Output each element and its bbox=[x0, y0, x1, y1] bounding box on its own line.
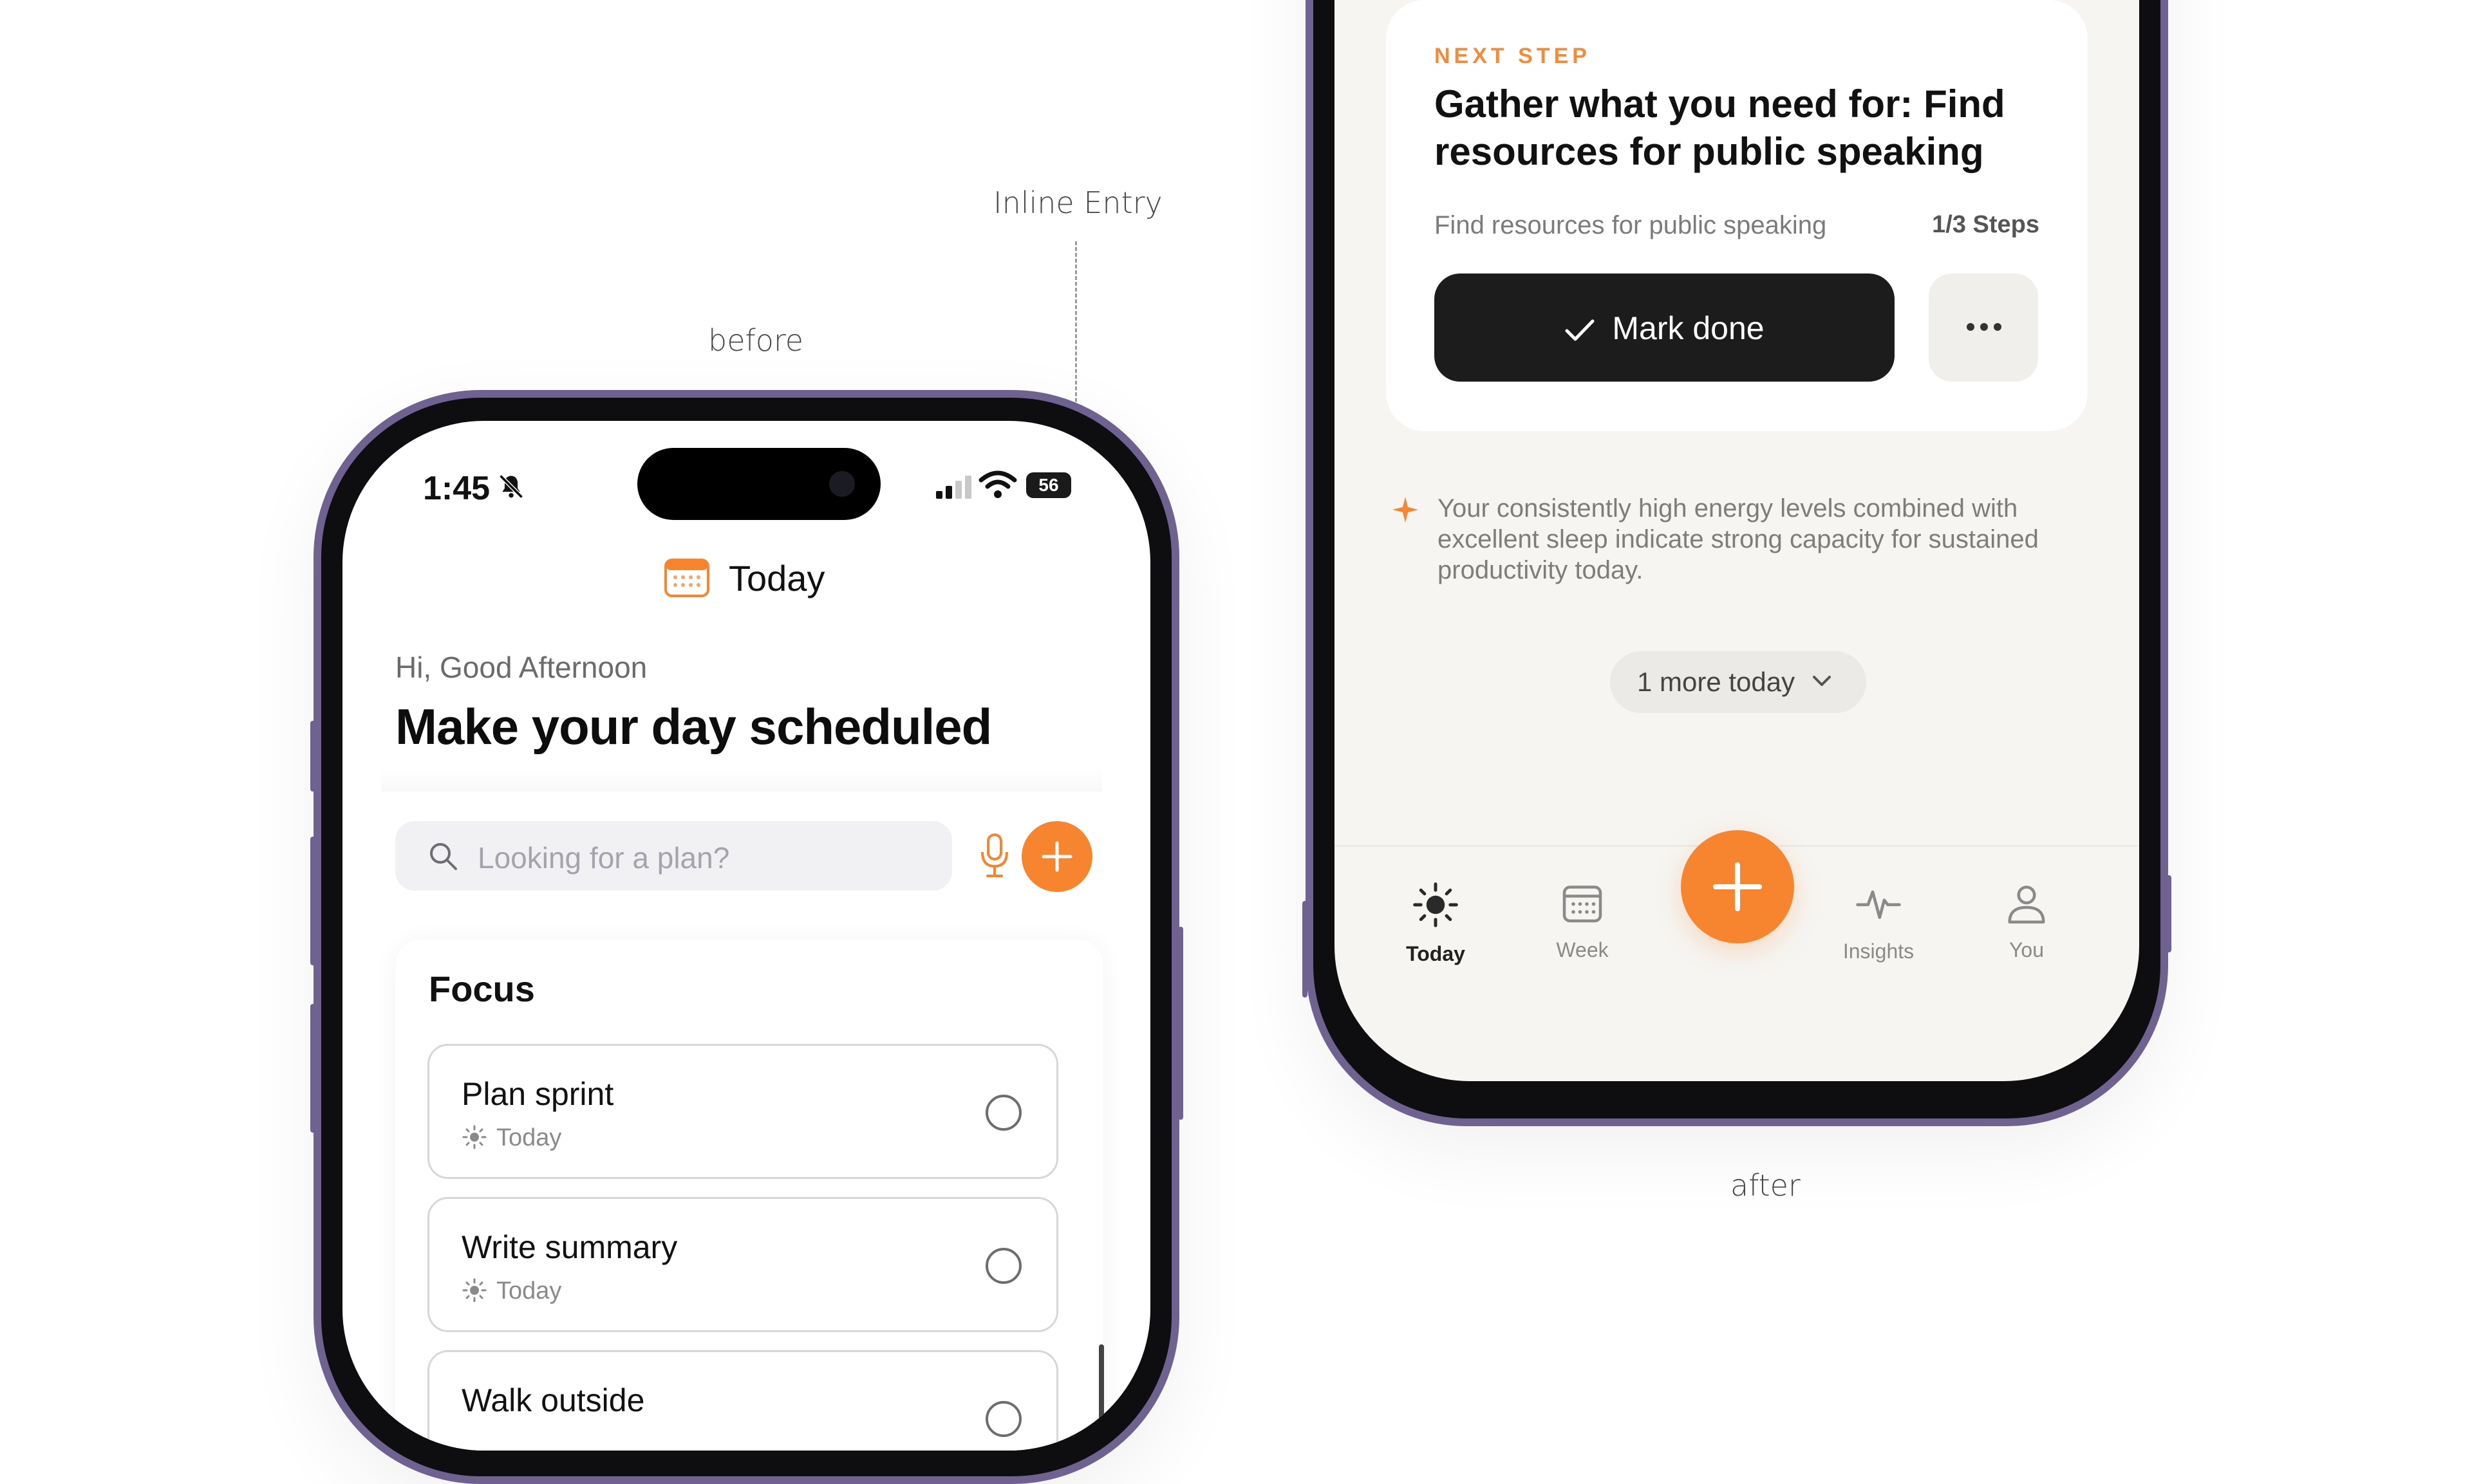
wifi-icon bbox=[979, 470, 1017, 498]
side-button bbox=[310, 1004, 315, 1133]
step-progress: 1/3 Steps bbox=[1932, 211, 2039, 238]
tab-label: Week bbox=[1556, 938, 1609, 961]
mark-done-button[interactable]: Mark done bbox=[1434, 274, 1895, 382]
side-button bbox=[1178, 927, 1183, 1120]
tab-you[interactable]: You bbox=[1962, 880, 2091, 962]
task-checkbox[interactable] bbox=[986, 1401, 1022, 1437]
headline: Make your day scheduled bbox=[395, 698, 992, 755]
task-when: Today bbox=[496, 1124, 562, 1151]
next-step-subtitle: Find resources for public speaking bbox=[1434, 211, 1827, 239]
focus-card: Focus Plan sprint Today Write summary To… bbox=[395, 940, 1103, 1451]
tab-label: Insights bbox=[1842, 940, 1915, 963]
more-options-button[interactable] bbox=[1929, 274, 2038, 382]
caption-inline-entry: Inline Entry bbox=[993, 185, 1163, 220]
page-title: Today bbox=[729, 558, 825, 598]
search-icon bbox=[430, 843, 457, 870]
scrollbar[interactable] bbox=[1099, 1344, 1104, 1428]
task-item[interactable]: Walk outside bbox=[427, 1350, 1058, 1451]
sun-icon bbox=[462, 1278, 487, 1303]
caption-after: after bbox=[1730, 1168, 1801, 1203]
status-time: 1:45 bbox=[423, 470, 491, 507]
person-icon bbox=[2008, 886, 2045, 924]
screen-after: NEXT STEP Gather what you need for: Find… bbox=[1334, 0, 2139, 1081]
tab-label: Today bbox=[1406, 942, 1465, 965]
more-today-button[interactable]: 1 more today bbox=[1610, 651, 1866, 713]
tab-label: You bbox=[2009, 938, 2044, 961]
add-button[interactable] bbox=[1681, 830, 1794, 943]
next-step-label: NEXT STEP bbox=[1434, 44, 1591, 68]
side-button bbox=[2166, 875, 2171, 952]
search-placeholder: Looking for a plan? bbox=[478, 841, 730, 875]
screen-before: 1:45 56 Today Hi, Good Afternoon Make yo… bbox=[342, 421, 1150, 1451]
greeting-text: Hi, Good Afternoon bbox=[395, 651, 648, 684]
mark-done-label: Mark done bbox=[1612, 310, 1765, 346]
camera-icon bbox=[829, 471, 855, 497]
task-title: Plan sprint bbox=[462, 1076, 614, 1112]
add-plan-button[interactable] bbox=[1022, 821, 1092, 892]
task-item[interactable]: Write summary Today bbox=[427, 1197, 1058, 1332]
header-divider bbox=[381, 768, 1102, 792]
next-step-title: Gather what you need for: Find resources… bbox=[1434, 82, 2005, 173]
pulse-icon bbox=[1856, 890, 1901, 919]
task-title: Write summary bbox=[462, 1229, 678, 1265]
calendar-icon bbox=[664, 559, 709, 597]
dynamic-island bbox=[637, 448, 881, 520]
focus-title: Focus bbox=[429, 969, 535, 1009]
mic-icon[interactable] bbox=[980, 833, 1009, 879]
sun-icon bbox=[462, 1125, 487, 1149]
task-when: Today bbox=[496, 1277, 562, 1304]
insight-text: Your consistently high energy levels com… bbox=[1437, 494, 2039, 584]
check-icon bbox=[1565, 319, 1595, 341]
side-button bbox=[310, 837, 315, 965]
task-checkbox[interactable] bbox=[986, 1248, 1022, 1284]
task-title: Walk outside bbox=[462, 1382, 645, 1418]
sparkle-icon bbox=[1392, 497, 1418, 523]
search-input[interactable]: Looking for a plan? bbox=[395, 821, 952, 891]
task-checkbox[interactable] bbox=[986, 1095, 1022, 1131]
next-step-card: NEXT STEP Gather what you need for: Find… bbox=[1386, 0, 2088, 431]
side-button bbox=[310, 721, 315, 792]
sun-icon bbox=[1413, 882, 1458, 927]
signal-icon bbox=[936, 476, 971, 499]
more-today-label: 1 more today bbox=[1637, 667, 1795, 697]
battery-icon: 56 bbox=[1026, 472, 1071, 498]
bell-slash-icon bbox=[499, 474, 523, 499]
calendar-icon bbox=[1562, 886, 1602, 923]
chevron-down-icon bbox=[1813, 676, 1831, 686]
plus-icon bbox=[1713, 862, 1762, 911]
tab-week[interactable]: Week bbox=[1518, 880, 1647, 962]
task-item[interactable]: Plan sprint Today bbox=[427, 1044, 1058, 1179]
tab-insights[interactable]: Insights bbox=[1814, 880, 1943, 963]
caption-before: before bbox=[708, 323, 804, 358]
side-button bbox=[1302, 901, 1307, 997]
tab-today[interactable]: Today bbox=[1371, 880, 1500, 966]
plus-icon bbox=[1042, 841, 1072, 872]
more-horizontal-icon bbox=[1967, 323, 2001, 331]
